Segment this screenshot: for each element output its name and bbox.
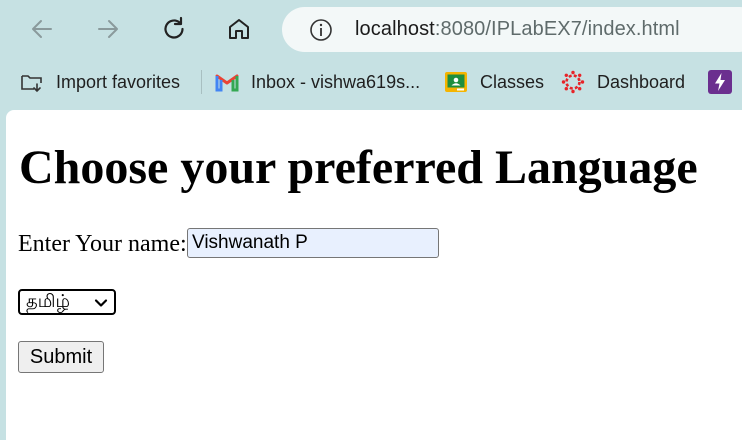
import-favorites-icon: [20, 70, 44, 94]
page-heading: Choose your preferred Language: [19, 141, 698, 194]
name-label: Enter Your name:: [18, 231, 187, 257]
refresh-button[interactable]: [154, 9, 194, 49]
home-icon: [229, 19, 249, 39]
language-select[interactable]: தமிழ்: [18, 289, 116, 315]
bolt-app-icon: [708, 70, 732, 94]
address-host: localhost: [355, 18, 435, 40]
arrow-left-icon: [32, 20, 52, 38]
forward-button[interactable]: [88, 9, 128, 49]
browser-toolbar: localhost:8080/IPLabEX7/index.html: [0, 0, 742, 58]
address-bar[interactable]: localhost:8080/IPLabEX7/index.html: [282, 7, 742, 52]
bookmarks-bar: Import favorites Inbox - vishwa619s... C…: [0, 60, 742, 104]
bookmark-dashboard[interactable]: Dashboard: [561, 68, 685, 96]
bookmark-label: Classes: [480, 71, 545, 92]
language-selected-value: தமிழ்: [26, 290, 70, 312]
address-url[interactable]: localhost:8080/IPLabEX7/index.html: [355, 18, 680, 41]
name-input[interactable]: [187, 228, 439, 258]
submit-button[interactable]: Submit: [18, 341, 104, 373]
bookmark-bolt[interactable]: [708, 68, 742, 96]
bookmark-label: Inbox - vishwa619s...: [251, 71, 421, 92]
bookmark-inbox[interactable]: Inbox - vishwa619s...: [215, 68, 420, 96]
bookmark-import-favorites[interactable]: Import favorites: [20, 68, 180, 96]
back-button[interactable]: [22, 9, 62, 49]
bookmark-label: Dashboard: [597, 71, 686, 92]
page-content: Choose your preferred Language Enter You…: [6, 110, 742, 440]
bookmarks-separator: [201, 70, 202, 94]
canvas-dashboard-icon: [561, 70, 585, 94]
site-info-icon[interactable]: [308, 17, 334, 43]
address-path: :8080/IPLabEX7/index.html: [434, 18, 680, 40]
google-classroom-icon: [444, 70, 468, 94]
arrow-right-icon: [98, 20, 118, 38]
gmail-icon: [215, 70, 239, 94]
refresh-icon: [164, 16, 184, 39]
bookmark-classes[interactable]: Classes: [444, 68, 544, 96]
bookmark-label: Import favorites: [56, 71, 181, 92]
chevron-down-icon: [94, 299, 108, 307]
home-button[interactable]: [219, 9, 259, 49]
